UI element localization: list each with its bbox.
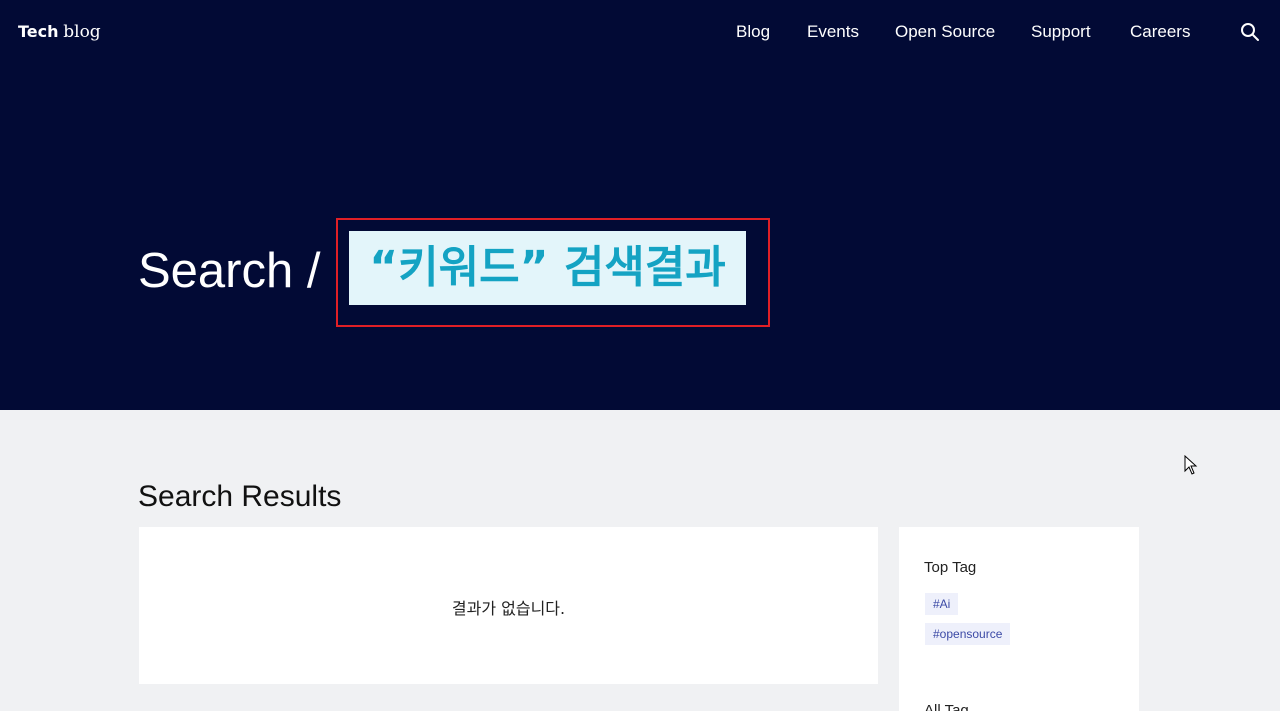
annotation-highlight-frame xyxy=(336,218,770,327)
page-title-prefix: Search / xyxy=(138,244,321,298)
empty-results-message: 결과가 없습니다. xyxy=(451,599,566,618)
nav-item-events[interactable]: Events xyxy=(807,22,859,42)
mouse-pointer-icon xyxy=(1184,455,1198,475)
top-tag-heading: Top Tag xyxy=(924,559,977,576)
tag-opensource[interactable]: #opensource xyxy=(925,623,1011,645)
all-tag-heading: All Tag xyxy=(924,702,969,711)
search-button[interactable] xyxy=(1240,22,1260,42)
main-nav: Blog Events Open Source Support Careers xyxy=(0,22,1280,44)
hero-banner: Tech blog Blog Events Open Source Suppor… xyxy=(0,0,1280,410)
nav-item-careers[interactable]: Careers xyxy=(1130,22,1190,42)
tag-sidebar: Top Tag #Ai #opensource All Tag xyxy=(899,527,1139,711)
search-results-card: 결과가 없습니다. xyxy=(139,527,878,684)
nav-item-open-source[interactable]: Open Source xyxy=(895,22,995,42)
tag-ai[interactable]: #Ai xyxy=(925,593,959,615)
nav-item-blog[interactable]: Blog xyxy=(736,22,770,42)
nav-item-support[interactable]: Support xyxy=(1031,22,1091,42)
search-icon xyxy=(1241,23,1259,41)
search-results-heading: Search Results xyxy=(138,480,342,513)
